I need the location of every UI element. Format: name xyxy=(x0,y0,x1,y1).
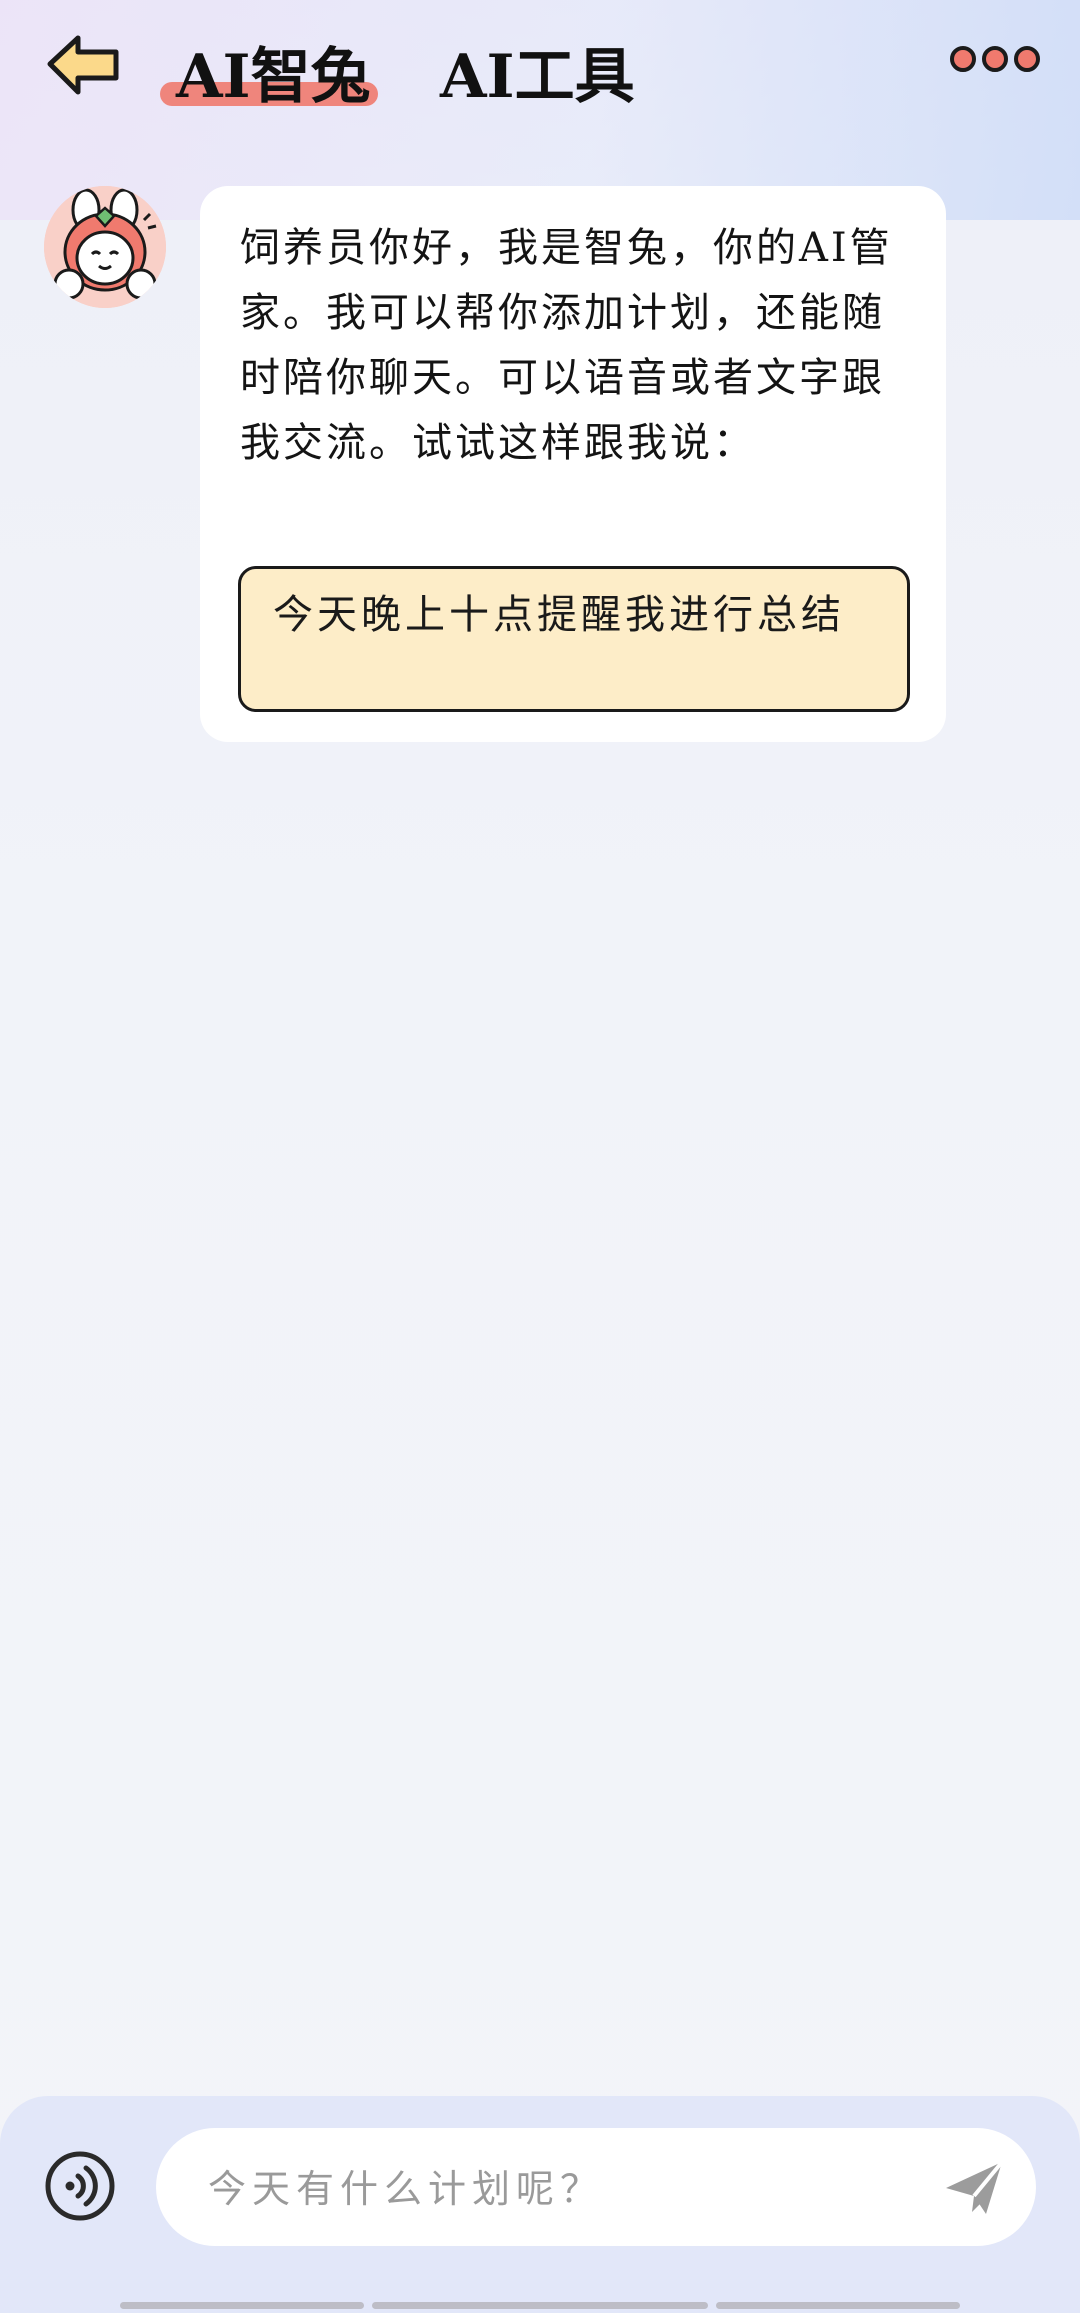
more-dots-icon xyxy=(950,46,976,72)
home-indicator-segment xyxy=(120,2302,364,2309)
arrow-left-icon xyxy=(47,35,119,95)
send-icon xyxy=(946,2160,1004,2214)
voice-input-button[interactable] xyxy=(44,2150,116,2222)
send-button[interactable] xyxy=(942,2158,1006,2218)
tab-ai-tools-label: AI工具 xyxy=(440,42,635,112)
voice-input-icon xyxy=(45,2151,115,2221)
assistant-message-text: 饲养员你好，我是智兔，你的AI管家。我可以帮你添加计划，还能随时陪你聊天。可以语… xyxy=(240,225,893,466)
tab-ai-rabbit[interactable]: AI智兔 xyxy=(176,28,371,112)
header: AI智兔 AI工具 xyxy=(0,0,1080,140)
assistant-message-bubble: 饲养员你好，我是智兔，你的AI管家。我可以帮你添加计划，还能随时陪你聊天。可以语… xyxy=(200,186,946,742)
back-button[interactable] xyxy=(44,30,128,100)
message-input-placeholder: 今天有什么计划呢？ xyxy=(208,2167,605,2211)
more-options-button[interactable] xyxy=(950,46,1042,82)
tab-ai-rabbit-label: AI智兔 xyxy=(176,42,371,112)
assistant-avatar[interactable] xyxy=(44,186,166,308)
suggestion-chip[interactable]: 今天晚上十点提醒我进行总结 xyxy=(238,566,910,712)
more-dots-icon xyxy=(1014,46,1040,72)
home-indicator-segment xyxy=(372,2302,708,2309)
suggestion-chip-label: 今天晚上十点提醒我进行总结 xyxy=(273,592,845,638)
more-dots-icon xyxy=(982,46,1008,72)
message-input[interactable]: 今天有什么计划呢？ xyxy=(156,2128,1036,2246)
tab-ai-tools[interactable]: AI工具 xyxy=(440,28,635,112)
home-indicator-segment xyxy=(716,2302,960,2309)
rabbit-avatar-icon xyxy=(44,186,166,308)
